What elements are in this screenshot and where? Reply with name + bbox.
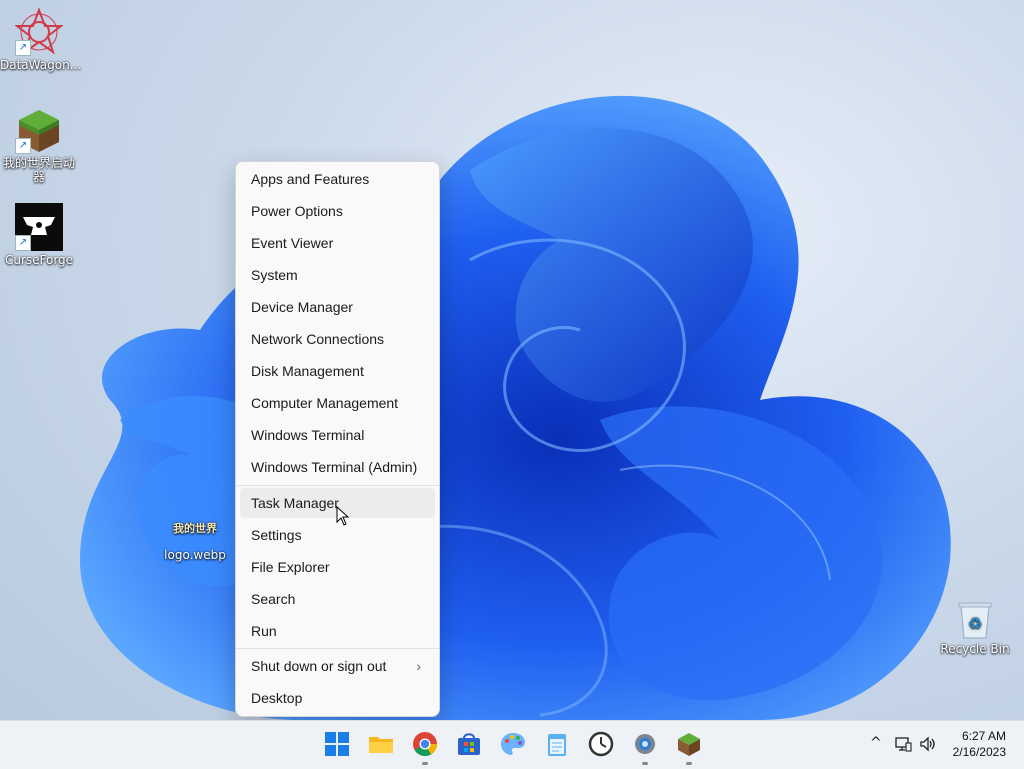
clock-app-icon (588, 731, 614, 757)
menu-item-device-manager[interactable]: Device Manager (240, 292, 435, 322)
menu-item-label: Desktop (251, 690, 303, 706)
svg-text:♻: ♻ (968, 614, 982, 633)
menu-item-label: Device Manager (251, 299, 353, 315)
menu-item-system[interactable]: System (240, 260, 435, 290)
menu-item-label: Windows Terminal (Admin) (251, 459, 418, 475)
taskbar-file-explorer[interactable] (368, 731, 394, 757)
taskbar: ^ 6:27 AM 2/16/2023 (0, 720, 1024, 769)
running-indicator (642, 762, 648, 765)
desktop-icon-datawagon[interactable]: ↗ DataWagon... (0, 7, 82, 72)
taskbar-store[interactable] (456, 731, 482, 757)
desktop-icon-label: DataWagon... (0, 58, 82, 72)
taskbar-paint[interactable] (500, 731, 526, 757)
taskbar-clock[interactable]: 6:27 AM 2/16/2023 (953, 728, 1006, 760)
menu-item-label: Event Viewer (251, 235, 334, 251)
menu-item-network-connections[interactable]: Network Connections (240, 324, 435, 354)
winx-context-menu: Apps and Features Power Options Event Vi… (235, 161, 440, 717)
minecraft-grass-block-icon: ↗ (15, 106, 63, 154)
desktop-icon-label: Recycle Bin (940, 642, 1010, 656)
menu-item-label: Settings (251, 527, 302, 543)
menu-item-computer-management[interactable]: Computer Management (240, 388, 435, 418)
menu-item-label: Windows Terminal (251, 427, 365, 443)
menu-item-label: Task Manager (251, 495, 339, 511)
logo-thumbnail: 我的世界 (173, 522, 217, 535)
menu-item-search[interactable]: Search (240, 584, 435, 614)
volume-icon[interactable] (919, 736, 937, 752)
settings-icon (635, 734, 655, 754)
curseforge-anvil-icon: ↗ (15, 203, 63, 251)
desktop-icon-label: logo.webp (164, 548, 226, 562)
store-icon (458, 733, 480, 755)
desktop-icon-logo-webp[interactable]: 我的世界 logo.webp (156, 522, 234, 562)
taskbar-chrome[interactable] (412, 731, 438, 757)
menu-item-label: System (251, 267, 298, 283)
start-button[interactable] (324, 731, 350, 757)
menu-item-file-explorer[interactable]: File Explorer (240, 552, 435, 582)
chrome-icon (413, 732, 437, 757)
running-indicator (422, 762, 428, 765)
recycle-bin-icon: ♻ (955, 598, 995, 640)
menu-item-label: Disk Management (251, 363, 364, 379)
start-icon (325, 732, 349, 756)
mouse-cursor-icon (336, 506, 350, 526)
menu-item-power-options[interactable]: Power Options (240, 196, 435, 226)
menu-item-label: Computer Management (251, 395, 399, 411)
menu-item-windows-terminal[interactable]: Windows Terminal (240, 420, 435, 450)
desktop-icon-label: CurseForge (4, 253, 74, 267)
menu-item-label: File Explorer (251, 559, 330, 575)
shortcut-arrow-icon: ↗ (15, 138, 31, 154)
system-tray: ^ (864, 721, 944, 769)
desktop-icon-label: 我的世界启动器 (2, 156, 75, 184)
menu-item-label: Search (251, 591, 296, 607)
paint-icon (501, 733, 525, 755)
network-icon[interactable] (894, 736, 912, 752)
desktop-icon-curseforge[interactable]: ↗ CurseForge (0, 203, 78, 267)
menu-item-label: Run (251, 623, 277, 639)
notepad-icon (548, 734, 566, 756)
shortcut-arrow-icon: ↗ (15, 235, 31, 251)
taskbar-clock-app[interactable] (588, 731, 614, 757)
minecraft-icon (678, 733, 700, 756)
menu-item-shut-down-or-sign-out[interactable]: Shut down or sign out › (240, 651, 435, 681)
clock-date: 2/16/2023 (952, 745, 1006, 759)
chevron-right-icon: › (416, 658, 421, 674)
datawagon-icon: ↗ (14, 7, 64, 56)
menu-item-disk-management[interactable]: Disk Management (240, 356, 435, 386)
menu-separator (236, 485, 439, 486)
desktop-icon-minecraft-launcher[interactable]: ↗ 我的世界启动器 (0, 106, 78, 184)
menu-item-windows-terminal-admin[interactable]: Windows Terminal (Admin) (240, 452, 435, 482)
menu-item-desktop[interactable]: Desktop (240, 683, 435, 713)
running-indicator (686, 762, 692, 765)
desktop-icon-recycle-bin[interactable]: ♻ Recycle Bin (936, 598, 1014, 656)
menu-item-apps-and-features[interactable]: Apps and Features (240, 164, 435, 194)
clock-time: 6:27 AM (961, 729, 1006, 743)
file-explorer-icon (369, 737, 393, 753)
menu-item-label: Shut down or sign out (251, 658, 387, 674)
taskbar-minecraft[interactable] (676, 731, 702, 757)
menu-item-run[interactable]: Run (240, 616, 435, 646)
taskbar-notepad[interactable] (544, 731, 570, 757)
taskbar-settings[interactable] (632, 731, 658, 757)
menu-separator (236, 648, 439, 649)
menu-item-event-viewer[interactable]: Event Viewer (240, 228, 435, 258)
menu-item-label: Network Connections (251, 331, 385, 347)
menu-item-label: Apps and Features (251, 171, 370, 187)
show-hidden-icons-chevron-icon[interactable]: ^ (870, 735, 882, 751)
wallpaper (80, 95, 951, 720)
menu-item-label: Power Options (251, 203, 343, 219)
shortcut-arrow-icon: ↗ (15, 40, 31, 56)
